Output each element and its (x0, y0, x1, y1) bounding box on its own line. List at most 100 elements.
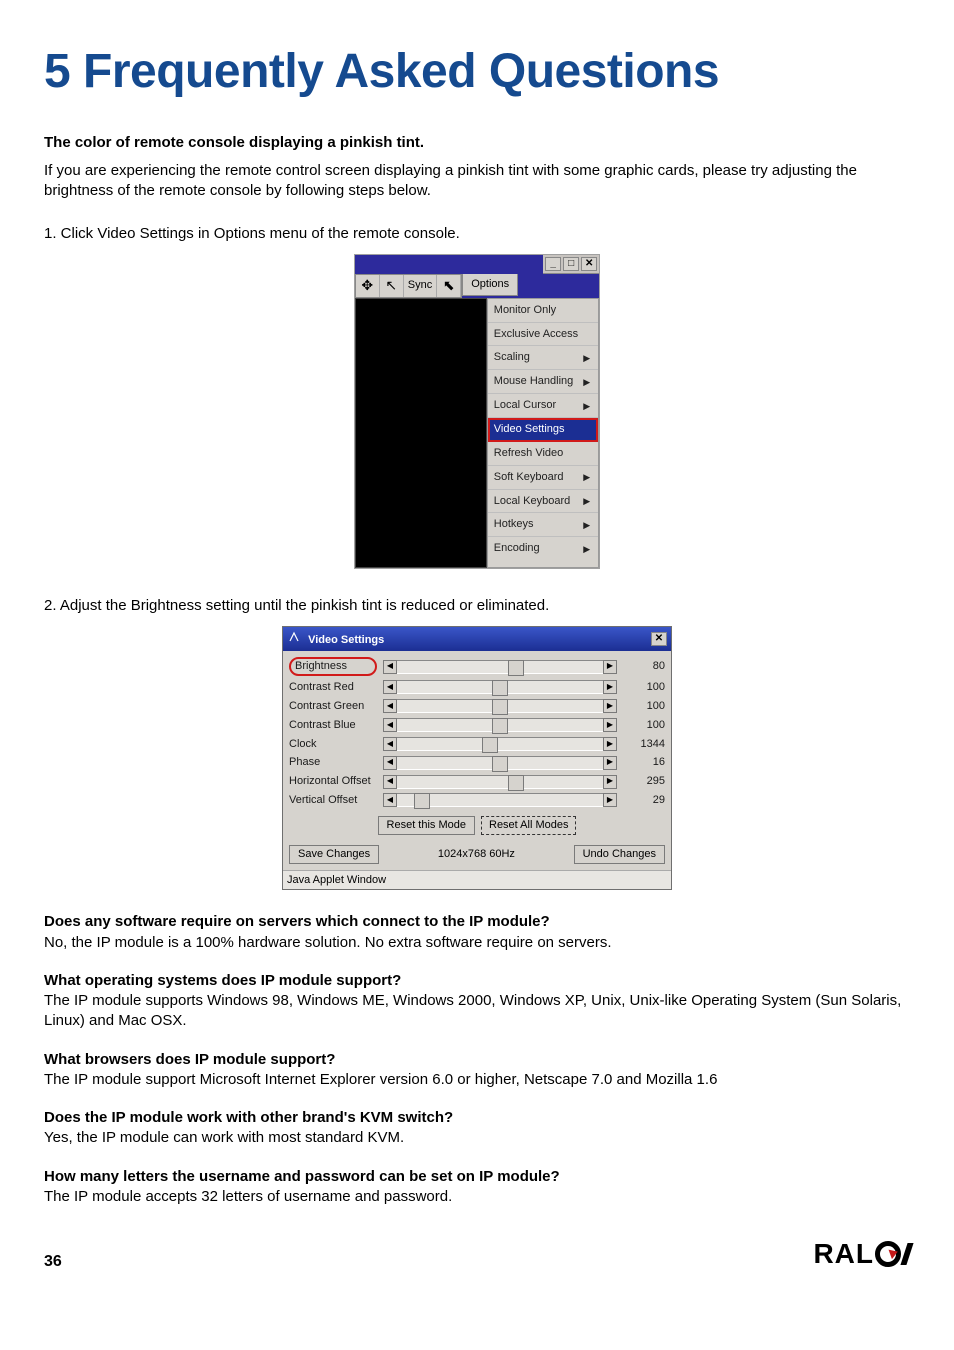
slider[interactable]: ◀▶ (383, 680, 617, 694)
menu-item-label: Local Keyboard (494, 494, 570, 509)
slider-track[interactable] (397, 737, 603, 751)
status-bar: Java Applet Window (283, 870, 671, 890)
slider-value: 80 (623, 659, 665, 674)
faq-question: What browsers does IP module support? (44, 1050, 910, 1070)
submenu-arrow-icon: ▶ (583, 376, 590, 388)
maximize-button[interactable]: □ (563, 257, 579, 271)
slider-left-button[interactable]: ◀ (383, 680, 397, 694)
slider-label: Horizontal Offset (289, 774, 377, 789)
undo-changes-button[interactable]: Undo Changes (574, 845, 665, 864)
menu-item-encoding[interactable]: Encoding▶ (488, 537, 598, 560)
brand-logo: RAL (813, 1235, 910, 1273)
slider-track[interactable] (397, 660, 603, 674)
slider-row-contrast-red: Contrast Red◀▶100 (289, 678, 665, 697)
faq-item: Does any software require on servers whi… (44, 912, 910, 953)
intro-body: If you are experiencing the remote contr… (44, 161, 910, 202)
slider-label: Contrast Green (289, 699, 377, 714)
menu-item-label: Monitor Only (494, 303, 556, 318)
menu-item-local-keyboard[interactable]: Local Keyboard▶ (488, 490, 598, 514)
page-title: 5 Frequently Asked Questions (44, 40, 910, 105)
menu-item-soft-keyboard[interactable]: Soft Keyboard▶ (488, 466, 598, 490)
slider-right-button[interactable]: ▶ (603, 718, 617, 732)
slider-row-contrast-blue: Contrast Blue◀▶100 (289, 716, 665, 735)
faq-answer: The IP module accepts 32 letters of user… (44, 1187, 910, 1207)
menu-item-video-settings[interactable]: Video Settings (488, 418, 598, 442)
slider-right-button[interactable]: ▶ (603, 793, 617, 807)
slider-right-button[interactable]: ▶ (603, 680, 617, 694)
slider-track[interactable] (397, 775, 603, 789)
faq-question: How many letters the username and passwo… (44, 1167, 910, 1187)
slider-thumb[interactable] (508, 660, 524, 676)
reset-all-modes-button[interactable]: Reset All Modes (481, 816, 576, 835)
slider-thumb[interactable] (492, 718, 508, 734)
slider-thumb[interactable] (492, 756, 508, 772)
slider-thumb[interactable] (414, 793, 430, 809)
slider-label: Brightness (289, 657, 377, 676)
slider-label: Contrast Red (289, 680, 377, 695)
slider-left-button[interactable]: ◀ (383, 737, 397, 751)
step-1: 1. Click Video Settings in Options menu … (44, 224, 910, 244)
slider[interactable]: ◀▶ (383, 756, 617, 770)
slider[interactable]: ◀▶ (383, 660, 617, 674)
menu-item-monitor-only[interactable]: Monitor Only (488, 299, 598, 323)
menu-item-label: Local Cursor (494, 398, 556, 413)
cursor-icon[interactable]: ↖ (380, 275, 404, 297)
slider-track[interactable] (397, 793, 603, 807)
slider-left-button[interactable]: ◀ (383, 756, 397, 770)
menu-item-local-cursor[interactable]: Local Cursor▶ (488, 394, 598, 418)
slider-track[interactable] (397, 699, 603, 713)
menu-item-label: Mouse Handling (494, 374, 574, 389)
slider-thumb[interactable] (482, 737, 498, 753)
options-dropdown: Monitor OnlyExclusive AccessScaling▶Mous… (487, 298, 599, 568)
faq-question: What operating systems does IP module su… (44, 971, 910, 991)
slider-label: Contrast Blue (289, 718, 377, 733)
submenu-arrow-icon: ▶ (583, 352, 590, 364)
slider-right-button[interactable]: ▶ (603, 737, 617, 751)
slider-left-button[interactable]: ◀ (383, 718, 397, 732)
slider[interactable]: ◀▶ (383, 793, 617, 807)
slider[interactable]: ◀▶ (383, 718, 617, 732)
slider-thumb[interactable] (492, 680, 508, 696)
menu-item-label: Encoding (494, 541, 540, 556)
slider[interactable]: ◀▶ (383, 737, 617, 751)
slider-left-button[interactable]: ◀ (383, 793, 397, 807)
faq-answer: No, the IP module is a 100% hardware sol… (44, 933, 910, 953)
slider-left-button[interactable]: ◀ (383, 699, 397, 713)
save-changes-button[interactable]: Save Changes (289, 845, 379, 864)
page-number: 36 (44, 1251, 62, 1273)
menu-item-scaling[interactable]: Scaling▶ (488, 346, 598, 370)
slider-right-button[interactable]: ▶ (603, 699, 617, 713)
slider-track[interactable] (397, 756, 603, 770)
move-icon[interactable]: ✥ (356, 275, 380, 297)
slider-right-button[interactable]: ▶ (603, 660, 617, 674)
slider-track[interactable] (397, 680, 603, 694)
menu-item-hotkeys[interactable]: Hotkeys▶ (488, 513, 598, 537)
slider-left-button[interactable]: ◀ (383, 660, 397, 674)
minimize-button[interactable]: _ (545, 257, 561, 271)
sync-button[interactable]: Sync (404, 275, 437, 297)
reset-this-mode-button[interactable]: Reset this Mode (378, 816, 475, 835)
dialog-close-button[interactable]: ✕ (651, 632, 667, 646)
slider-thumb[interactable] (492, 699, 508, 715)
menu-item-mouse-handling[interactable]: Mouse Handling ▶ (488, 370, 598, 394)
slider[interactable]: ◀▶ (383, 775, 617, 789)
app-icon (287, 630, 301, 644)
menu-item-label: Refresh Video (494, 446, 564, 461)
slider-left-button[interactable]: ◀ (383, 775, 397, 789)
faq-item: What operating systems does IP module su… (44, 971, 910, 1032)
slider-right-button[interactable]: ▶ (603, 756, 617, 770)
close-button[interactable]: ✕ (581, 257, 597, 271)
options-button[interactable]: Options (462, 274, 518, 296)
faq-answer: The IP module support Microsoft Internet… (44, 1070, 910, 1090)
slider-right-button[interactable]: ▶ (603, 775, 617, 789)
slider[interactable]: ◀▶ (383, 699, 617, 713)
pointer-icon[interactable]: ⬉ (437, 275, 461, 297)
slider-row-clock: Clock◀▶1344 (289, 735, 665, 754)
faq-item: How many letters the username and passwo… (44, 1167, 910, 1208)
menu-item-refresh-video[interactable]: Refresh Video (488, 442, 598, 466)
slider-label: Phase (289, 755, 377, 770)
slider-track[interactable] (397, 718, 603, 732)
slider-label: Clock (289, 737, 377, 752)
menu-item-exclusive-access[interactable]: Exclusive Access (488, 323, 598, 347)
slider-thumb[interactable] (508, 775, 524, 791)
